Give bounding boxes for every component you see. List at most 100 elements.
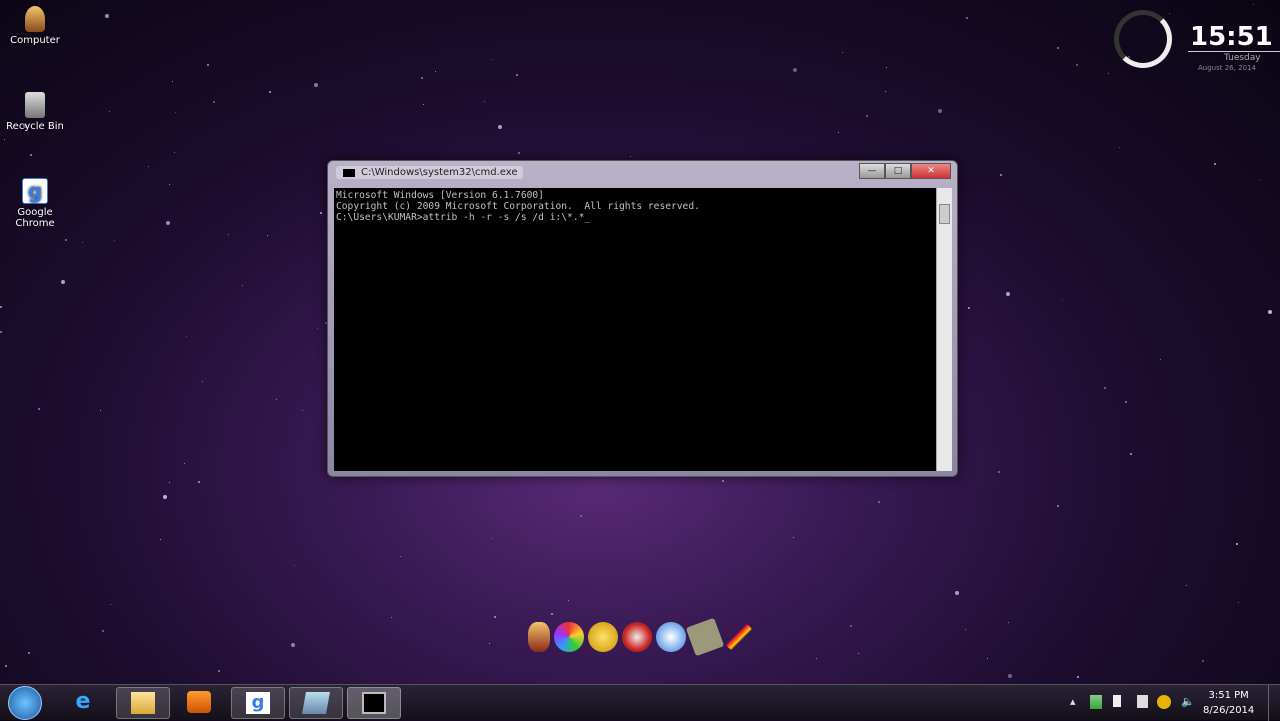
notepad-icon[interactable] [685, 617, 725, 657]
star [1202, 659, 1205, 662]
show-hidden-icons-button[interactable]: ▴ [1070, 695, 1076, 708]
desktop-icon-google-chrome[interactable]: g Google Chrome [0, 178, 70, 229]
clock-date: August 26, 2014 [1198, 64, 1256, 72]
chrome-icon: g [246, 692, 270, 714]
lightning-icon[interactable] [724, 622, 754, 652]
star [1077, 676, 1080, 679]
taskbar: e g ▴ 🔈 3:51 PM 8/26/2014 [0, 684, 1280, 721]
star [938, 108, 942, 113]
star [104, 14, 109, 19]
star [294, 564, 296, 566]
star [267, 234, 269, 236]
taskbar-app[interactable] [289, 687, 343, 719]
coin-icon[interactable] [588, 622, 618, 652]
star [1253, 3, 1255, 5]
star [1103, 387, 1106, 390]
star [186, 335, 188, 337]
volume-icon[interactable]: 🔈 [1181, 695, 1195, 708]
divider [1188, 51, 1280, 52]
picasa-icon[interactable] [554, 622, 584, 652]
clock-time: 15:51 [1190, 22, 1273, 52]
scrollbar-thumb[interactable] [939, 204, 950, 224]
star [964, 628, 966, 630]
window-title-bar[interactable]: C:\Windows\system32\cmd.exe [336, 166, 524, 179]
star [1108, 72, 1110, 74]
console-line: Copyright (c) 2009 Microsoft Corporation… [336, 201, 700, 212]
console-prompt-line: C:\Users\KUMAR>attrib -h -r -s /s /d i:\… [336, 212, 591, 223]
recycle-bin-icon [25, 92, 45, 118]
taskbar-cmd[interactable] [347, 687, 401, 719]
star [1186, 585, 1188, 587]
start-button[interactable] [8, 686, 42, 720]
explorer-icon [131, 692, 155, 714]
star [110, 604, 112, 606]
taskbar-explorer[interactable] [116, 687, 170, 719]
star [886, 66, 888, 68]
star [183, 463, 185, 465]
star [168, 183, 170, 185]
vertical-scrollbar[interactable] [936, 188, 952, 471]
star [1159, 359, 1161, 361]
star [1118, 147, 1120, 149]
star [815, 657, 817, 659]
star [1076, 63, 1079, 66]
star [497, 125, 502, 130]
star [206, 64, 209, 67]
star [721, 480, 724, 482]
star [1000, 173, 1003, 176]
star [1237, 602, 1239, 604]
star [162, 495, 167, 500]
star [1130, 452, 1133, 455]
minimize-button[interactable]: — [859, 163, 885, 179]
star [242, 285, 244, 287]
star [491, 59, 493, 61]
star [858, 653, 860, 655]
star [197, 480, 200, 483]
star [1007, 622, 1009, 624]
ironman-icon[interactable] [528, 622, 550, 652]
close-button[interactable]: ✕ [911, 163, 951, 179]
console-output[interactable]: Microsoft Windows [Version 6.1.7600] Copy… [334, 188, 936, 471]
star [489, 643, 491, 645]
star [986, 658, 988, 660]
star [1061, 299, 1063, 301]
star [174, 111, 176, 113]
desktop-icon-computer[interactable]: Computer [0, 6, 70, 46]
star [793, 67, 798, 72]
star [841, 52, 843, 54]
star [490, 537, 492, 539]
app-icon [302, 692, 330, 714]
star [968, 306, 971, 309]
star [212, 100, 215, 103]
star [269, 91, 272, 94]
flash-icon[interactable] [656, 622, 686, 652]
star [421, 76, 424, 79]
taskbar-chrome[interactable]: g [231, 687, 285, 719]
star [65, 239, 68, 242]
tray-smiley-icon[interactable] [1157, 695, 1171, 709]
star [168, 482, 170, 484]
taskbar-clock[interactable]: 3:51 PM 8/26/2014 [1203, 688, 1254, 718]
star [3, 138, 5, 140]
star [166, 221, 171, 226]
star [319, 211, 322, 214]
star [302, 410, 304, 412]
star [516, 74, 519, 77]
dock [528, 617, 754, 657]
star [27, 652, 30, 655]
star [108, 110, 110, 112]
show-desktop-button[interactable] [1268, 685, 1280, 721]
network-icon[interactable] [1090, 695, 1102, 709]
tray-app-icon[interactable] [1137, 695, 1148, 708]
star [390, 617, 392, 619]
action-center-flag-icon[interactable] [1113, 695, 1125, 707]
star [1007, 674, 1012, 679]
speedometer-icon[interactable] [622, 622, 652, 652]
desktop-icon-recycle-bin[interactable]: Recycle Bin [0, 92, 70, 132]
star [275, 398, 277, 400]
maximize-button[interactable]: □ [885, 163, 911, 179]
clock-ring-icon [1114, 10, 1172, 68]
cmd-window[interactable]: C:\Windows\system32\cmd.exe — □ ✕ Micros… [327, 160, 958, 477]
taskbar-media-player[interactable] [172, 687, 226, 719]
taskbar-internet-explorer[interactable]: e [56, 687, 110, 719]
